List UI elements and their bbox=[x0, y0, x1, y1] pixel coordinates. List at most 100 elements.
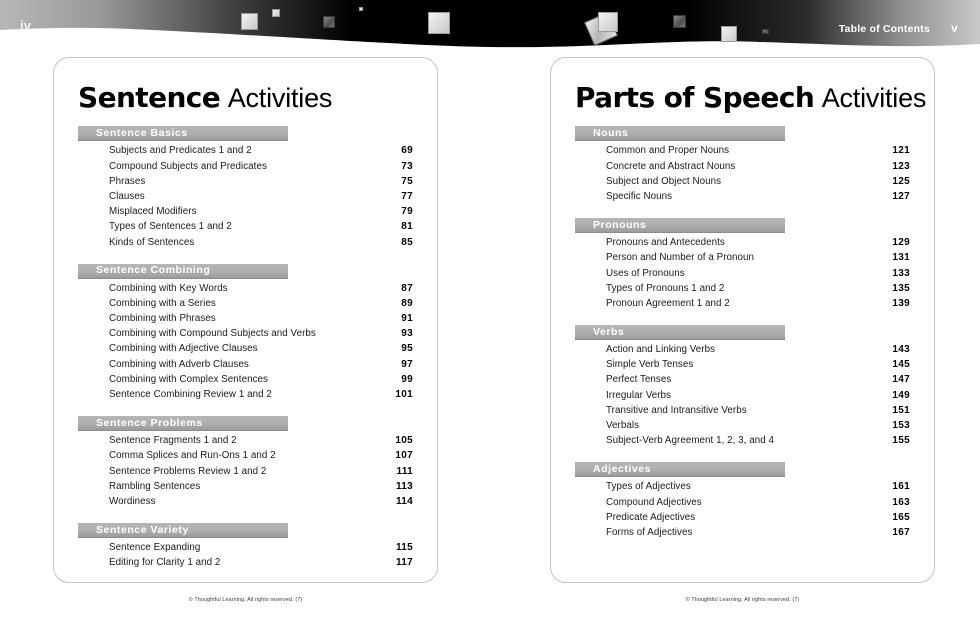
toc-entry[interactable]: Pronouns and Antecedents 129 bbox=[575, 237, 910, 252]
entry-title: Simple Verb Tenses bbox=[606, 359, 694, 371]
footer-copyright-left: © Thoughtful Learning. All rights reserv… bbox=[188, 597, 303, 603]
toc-entry[interactable]: Action and Linking Verbs 143 bbox=[575, 344, 910, 359]
entry-page: 115 bbox=[395, 542, 413, 554]
toc-entry[interactable]: Common and Proper Nouns 121 bbox=[575, 145, 910, 160]
toc-entry[interactable]: Predicate Adjectives 165 bbox=[575, 512, 910, 527]
entry-page: 163 bbox=[892, 496, 910, 508]
entry-page: 113 bbox=[395, 480, 413, 492]
toc-entry[interactable]: Combining with a Series 89 bbox=[78, 298, 413, 313]
entry-page: 97 bbox=[401, 358, 413, 370]
toc-entry[interactable]: Sentence Problems Review 1 and 2 111 bbox=[78, 466, 413, 481]
entry-title: Types of Sentences 1 and 2 bbox=[109, 221, 232, 233]
entry-title: Pronoun Agreement 1 and 2 bbox=[606, 297, 730, 309]
entry-title: Compound Subjects and Predicates bbox=[109, 160, 267, 172]
section-header-bar: Sentence Basics bbox=[78, 126, 288, 142]
toc-entry[interactable]: Perfect Tenses 147 bbox=[575, 374, 910, 389]
entry-page: 139 bbox=[892, 297, 910, 309]
entry-title: Subject-Verb Agreement 1, 2, 3, and 4 bbox=[606, 435, 774, 447]
toc-entry[interactable]: Phrases 75 bbox=[78, 176, 413, 191]
deco-square-7 bbox=[673, 15, 686, 28]
page-title-left: Sentence Activities bbox=[78, 83, 413, 112]
page-title-right: Parts of Speech Activities bbox=[575, 81, 926, 114]
toc-entry[interactable]: Subject-Verb Agreement 1, 2, 3, and 4 15… bbox=[575, 435, 910, 450]
entry-page: 125 bbox=[892, 175, 910, 187]
entry-page: 121 bbox=[892, 145, 910, 157]
page-title-strong: Parts of Speech bbox=[575, 81, 815, 114]
entry-title: Rambling Sentences bbox=[109, 480, 201, 492]
entry-page: 85 bbox=[401, 236, 413, 248]
entry-title: Combining with Compound Subjects and Ver… bbox=[109, 328, 316, 340]
toc-entry[interactable]: Combining with Complex Sentences 99 bbox=[78, 374, 413, 389]
entry-page: 117 bbox=[395, 557, 413, 569]
toc-entry[interactable]: Wordiness 114 bbox=[78, 496, 413, 511]
entry-title: Verbals bbox=[606, 420, 640, 432]
toc-entry[interactable]: Concrete and Abstract Nouns 123 bbox=[575, 161, 910, 176]
toc-entry[interactable]: Editing for Clarity 1 and 2 117 bbox=[78, 557, 413, 572]
entry-title: Phrases bbox=[109, 175, 146, 187]
entry-page: 107 bbox=[395, 450, 413, 462]
section-label: Adjectives bbox=[593, 463, 652, 476]
toc-entry[interactable]: Types of Pronouns 1 and 2 135 bbox=[575, 283, 910, 298]
entry-page: 114 bbox=[395, 495, 413, 507]
entry-title: Specific Nouns bbox=[606, 190, 673, 202]
toc-entry[interactable]: Forms of Adjectives 167 bbox=[575, 527, 910, 542]
section: Nouns Common and Proper Nouns 121 Concre… bbox=[575, 126, 910, 206]
entry-title: Kinds of Sentences bbox=[109, 236, 195, 248]
toc-entry[interactable]: Combining with Key Words 87 bbox=[78, 283, 413, 298]
folio-right: v bbox=[951, 21, 958, 35]
toc-entry[interactable]: Sentence Expanding 115 bbox=[78, 542, 413, 557]
entry-title: Combining with Complex Sentences bbox=[109, 373, 268, 385]
toc-entry[interactable]: Compound Adjectives 163 bbox=[575, 497, 910, 512]
entry-title: Types of Adjectives bbox=[606, 481, 691, 493]
toc-entry[interactable]: Uses of Pronouns 133 bbox=[575, 268, 910, 283]
footer-copyright-right: © Thoughtful Learning. All rights reserv… bbox=[685, 597, 800, 603]
entry-page: 145 bbox=[892, 359, 910, 371]
toc-entry[interactable]: Clauses 77 bbox=[78, 191, 413, 206]
section: Sentence Variety Sentence Expanding 115 … bbox=[78, 523, 413, 572]
toc-entry[interactable]: Types of Sentences 1 and 2 81 bbox=[78, 221, 413, 236]
section: Sentence Combining Combining with Key Wo… bbox=[78, 263, 413, 405]
entry-page: 93 bbox=[401, 328, 413, 340]
toc-entry[interactable]: Person and Number of a Pronoun 131 bbox=[575, 252, 910, 267]
toc-entry[interactable]: Transitive and Intransitive Verbs 151 bbox=[575, 405, 910, 420]
page-title-light: Activities bbox=[227, 83, 333, 113]
toc-entry[interactable]: Comma Splices and Run-Ons 1 and 2 107 bbox=[78, 450, 413, 465]
toc-entry[interactable]: Kinds of Sentences 85 bbox=[78, 237, 413, 252]
entry-page: 95 bbox=[401, 343, 413, 355]
entry-title: Comma Splices and Run-Ons 1 and 2 bbox=[109, 450, 276, 462]
entry-title: Uses of Pronouns bbox=[606, 267, 685, 279]
toc-entry[interactable]: Combining with Adverb Clauses 97 bbox=[78, 359, 413, 374]
toc-entry[interactable]: Combining with Adjective Clauses 95 bbox=[78, 343, 413, 358]
toc-entry[interactable]: Subjects and Predicates 1 and 2 69 bbox=[78, 145, 413, 160]
toc-entry[interactable]: Rambling Sentences 113 bbox=[78, 481, 413, 496]
toc-entry[interactable]: Simple Verb Tenses 145 bbox=[575, 359, 910, 374]
entry-page: 147 bbox=[892, 374, 910, 386]
table-of-contents-label: Table of Contents bbox=[838, 23, 930, 35]
toc-entry[interactable]: Compound Subjects and Predicates 73 bbox=[78, 161, 413, 176]
deco-square-9 bbox=[762, 29, 769, 34]
folio-left: iv bbox=[20, 18, 32, 33]
entry-title: Compound Adjectives bbox=[606, 496, 702, 508]
toc-entry[interactable]: Specific Nouns 127 bbox=[575, 191, 910, 206]
page-title-strong: Sentence bbox=[78, 81, 221, 114]
toc-entry[interactable]: Combining with Phrases 91 bbox=[78, 313, 413, 328]
toc-entry[interactable]: Subject and Object Nouns 125 bbox=[575, 176, 910, 191]
entry-page: 99 bbox=[401, 373, 413, 385]
toc-entry[interactable]: Sentence Fragments 1 and 2 105 bbox=[78, 435, 413, 450]
page-card-right: Parts of Speech Activities Nouns Common … bbox=[550, 57, 935, 583]
entry-page: 91 bbox=[401, 313, 413, 325]
entry-title: Clauses bbox=[109, 190, 145, 202]
toc-entry[interactable]: Irregular Verbs 149 bbox=[575, 390, 910, 405]
toc-entry[interactable]: Combining with Compound Subjects and Ver… bbox=[78, 328, 413, 343]
entry-page: 105 bbox=[395, 435, 413, 447]
toc-entry[interactable]: Pronoun Agreement 1 and 2 139 bbox=[575, 298, 910, 313]
toc-entry[interactable]: Verbals 153 bbox=[575, 420, 910, 435]
entry-title: Sentence Fragments 1 and 2 bbox=[109, 435, 237, 447]
entry-title: Common and Proper Nouns bbox=[606, 145, 730, 157]
toc-entry[interactable]: Misplaced Modifiers 79 bbox=[78, 206, 413, 221]
toc-entry[interactable]: Sentence Combining Review 1 and 2 101 bbox=[78, 389, 413, 404]
entry-title: Person and Number of a Pronoun bbox=[606, 252, 754, 264]
toc-entry[interactable]: Types of Adjectives 161 bbox=[575, 481, 910, 496]
header-banner: iv Table of Contents v bbox=[0, 0, 980, 52]
entry-page: 131 bbox=[892, 252, 910, 264]
